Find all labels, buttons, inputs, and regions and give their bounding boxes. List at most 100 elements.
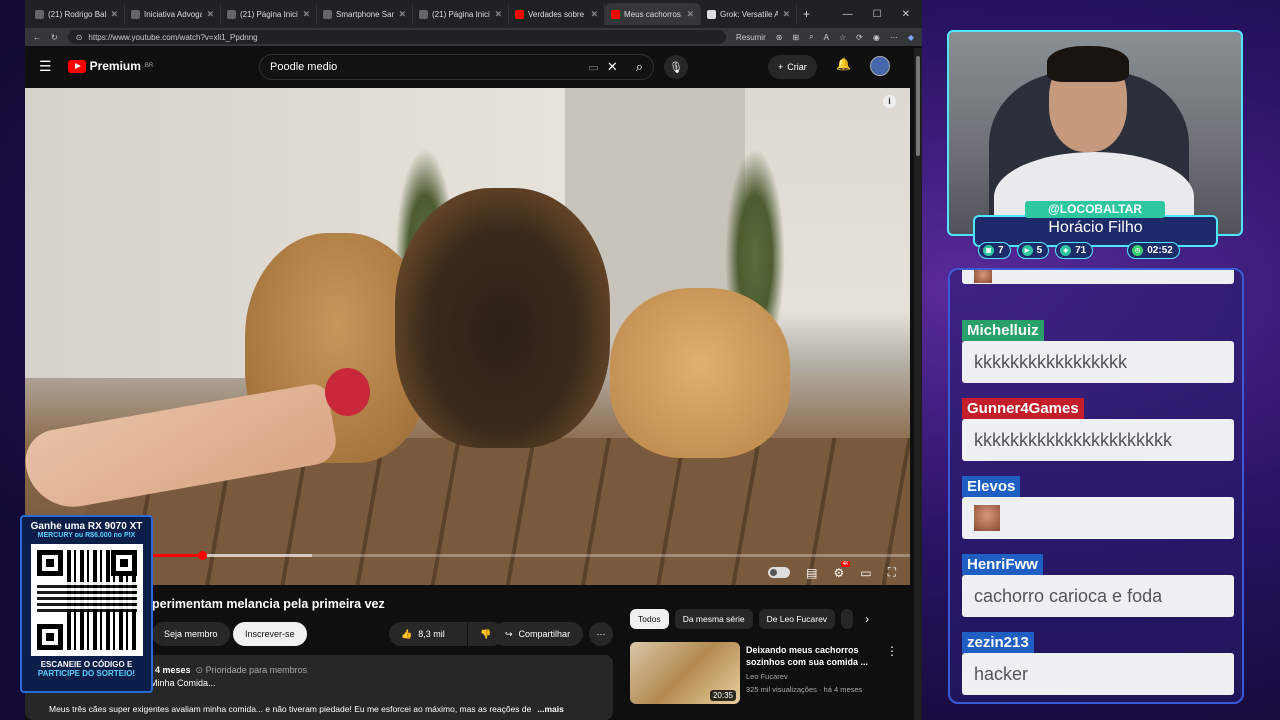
clear-search-icon[interactable]: ✕ xyxy=(607,59,618,75)
notifications-icon[interactable]: 🔔 xyxy=(836,57,851,71)
create-button[interactable]: + Criar xyxy=(768,55,817,79)
qr-finder-center xyxy=(45,633,54,641)
browser-tab[interactable]: Iniciativa Advogados ✕ xyxy=(125,3,221,25)
video-player[interactable]: i ▤ ⚙ 4K ▭ ⛶ xyxy=(25,88,910,585)
share-icon: ↪ xyxy=(505,628,513,639)
ticket-icon: ◈ xyxy=(1060,245,1072,256)
close-icon[interactable]: ✕ xyxy=(686,9,694,20)
close-icon[interactable]: ✕ xyxy=(782,9,790,20)
close-icon[interactable]: ✕ xyxy=(302,9,310,20)
video-thumbnail[interactable]: 20:35 xyxy=(630,642,740,704)
streamer-name: Horácio Filho xyxy=(1048,219,1143,236)
minimize-icon[interactable]: — xyxy=(843,9,853,20)
giveaway-promo: Ganhe uma RX 9070 XT MERCURY ou R$6.000 … xyxy=(20,515,153,693)
join-label: Seja membro xyxy=(164,629,218,639)
tab-label: Iniciativa Advogados xyxy=(144,9,202,19)
share-button[interactable]: ↪ Compartilhar xyxy=(493,622,583,646)
extensions-icon[interactable]: ⟳ xyxy=(856,33,863,42)
create-label: Criar xyxy=(787,62,807,72)
back-icon[interactable]: ← xyxy=(33,33,41,42)
close-icon[interactable]: ✕ xyxy=(494,9,502,20)
tab-label: (21) Página Inicial xyxy=(240,9,299,19)
qr-finder xyxy=(36,624,63,650)
chip-all[interactable]: Todos xyxy=(630,609,669,629)
player-controls: ▤ ⚙ 4K ▭ ⛶ xyxy=(768,560,896,580)
youtube-premium-logo[interactable]: Premium BR xyxy=(67,59,153,73)
autoplay-toggle[interactable] xyxy=(768,567,791,578)
info-icon[interactable]: i xyxy=(883,95,896,108)
chat-icon: ▣ xyxy=(983,245,994,256)
new-tab-icon[interactable]: + xyxy=(803,7,810,21)
browser-tab-active[interactable]: Meus cachorros e ✕ xyxy=(605,3,701,25)
resume-button[interactable]: Resumir xyxy=(736,33,766,42)
browser-tab[interactable]: Smartphone Samsung ✕ xyxy=(317,3,413,25)
chip-partial[interactable] xyxy=(841,609,854,629)
zoom-icon[interactable]: ⌕ xyxy=(809,32,813,42)
join-button[interactable]: Seja membro xyxy=(152,622,230,646)
recommended-title[interactable]: Deixando meus cachorros sozinhos com sua… xyxy=(746,644,876,668)
browser-tab[interactable]: (21) Página Inicial ✕ xyxy=(221,3,317,25)
subtitles-icon[interactable]: ▤ xyxy=(806,566,817,580)
duration-badge: 20:35 xyxy=(709,690,736,701)
description-body: Meus três cães super exigentes avaliam m… xyxy=(49,704,532,714)
reader-icon[interactable]: A xyxy=(824,33,829,42)
scrollbar[interactable] xyxy=(914,48,922,720)
close-icon[interactable]: ✕ xyxy=(110,9,118,20)
copilot-icon[interactable]: ◆ xyxy=(908,33,914,42)
fullscreen-icon[interactable]: ⛶ xyxy=(888,565,896,580)
scrubber-handle[interactable] xyxy=(198,551,207,560)
grid-icon[interactable]: ⊞ xyxy=(792,33,799,42)
like-count: 8,3 mil xyxy=(418,629,445,639)
chat-username: zezin213 xyxy=(962,632,1034,653)
browser-tab[interactable]: (21) Página Inicial ✕ xyxy=(413,3,509,25)
close-icon[interactable]: ✕ xyxy=(590,9,598,20)
x-icon xyxy=(227,9,236,19)
close-window-icon[interactable]: ✕ xyxy=(902,9,910,20)
hamburger-menu-icon[interactable]: ☰ xyxy=(39,58,52,75)
avatar[interactable] xyxy=(870,56,890,76)
close-icon[interactable]: ✕ xyxy=(206,9,214,20)
recommended-channel[interactable]: Leo Fucarev xyxy=(746,672,788,681)
globe-icon xyxy=(131,9,140,19)
more-link[interactable]: ...mais xyxy=(537,704,563,714)
tab-label: Smartphone Samsung xyxy=(336,9,394,19)
chip-same-series[interactable]: Da mesma série xyxy=(674,609,753,629)
priority-label: Prioridade para membros xyxy=(205,665,308,675)
close-icon[interactable]: ✕ xyxy=(398,9,406,20)
reload-icon[interactable]: ↻ xyxy=(51,33,58,42)
chip-channel[interactable]: De Leo Fucarev xyxy=(758,609,836,629)
quality-badge: 4K xyxy=(841,560,850,567)
video-scene-watermelon xyxy=(325,368,370,416)
video-title: perimentam melancia pela primeira vez xyxy=(152,597,385,611)
recommended-video[interactable]: 20:35 Deixando meus cachorros sozinhos c… xyxy=(630,642,900,706)
maximize-icon[interactable]: ☐ xyxy=(873,9,882,20)
chevron-right-icon[interactable]: › xyxy=(865,612,869,626)
more-actions-button[interactable]: ⋯ xyxy=(589,622,613,646)
chat-bubble xyxy=(962,497,1234,539)
theater-mode-icon[interactable]: ▭ xyxy=(860,566,871,580)
video-scene-dog xyxy=(395,188,610,448)
progress-bar[interactable] xyxy=(25,551,910,560)
translate-icon[interactable]: ⊛ xyxy=(776,33,783,42)
scrollbar-thumb[interactable] xyxy=(916,56,920,156)
voice-search-icon[interactable]: 🎙 xyxy=(664,55,688,79)
search-icon[interactable]: ⌕ xyxy=(636,59,643,75)
subscribe-button[interactable]: Inscrever-se xyxy=(233,622,307,646)
promo-subtitle: MERCURY ou R$6.000 no PIX xyxy=(37,532,136,539)
thumbs-up-icon: 👍 xyxy=(401,628,413,639)
qr-finder xyxy=(36,550,63,576)
keyboard-icon[interactable]: ▭ xyxy=(588,61,598,74)
browser-tab[interactable]: Grok: Versatile AI ✕ xyxy=(701,3,797,25)
address-bar-row: ← ↻ ⊙ https://www.youtube.com/watch?v=xl… xyxy=(25,28,922,46)
address-bar[interactable]: ⊙ https://www.youtube.com/watch?v=xli1_P… xyxy=(67,30,726,44)
browser-tab[interactable]: (21) Rodrigo Baltar✕ xyxy=(29,3,125,25)
browser-tab[interactable]: Verdades sobre IA ✕ xyxy=(509,3,605,25)
site-info-icon[interactable]: ⊙ xyxy=(76,33,83,42)
more-vert-icon[interactable]: ⋮ xyxy=(886,644,898,658)
settings-icon[interactable]: ⚙ 4K xyxy=(833,560,850,580)
like-button[interactable]: 👍 8,3 mil xyxy=(389,622,467,646)
search-input[interactable] xyxy=(270,61,589,73)
menu-dots-icon[interactable]: ⋯ xyxy=(890,33,898,42)
favorite-icon[interactable]: ☆ xyxy=(839,33,846,42)
profile-icon[interactable]: ◉ xyxy=(873,33,880,42)
